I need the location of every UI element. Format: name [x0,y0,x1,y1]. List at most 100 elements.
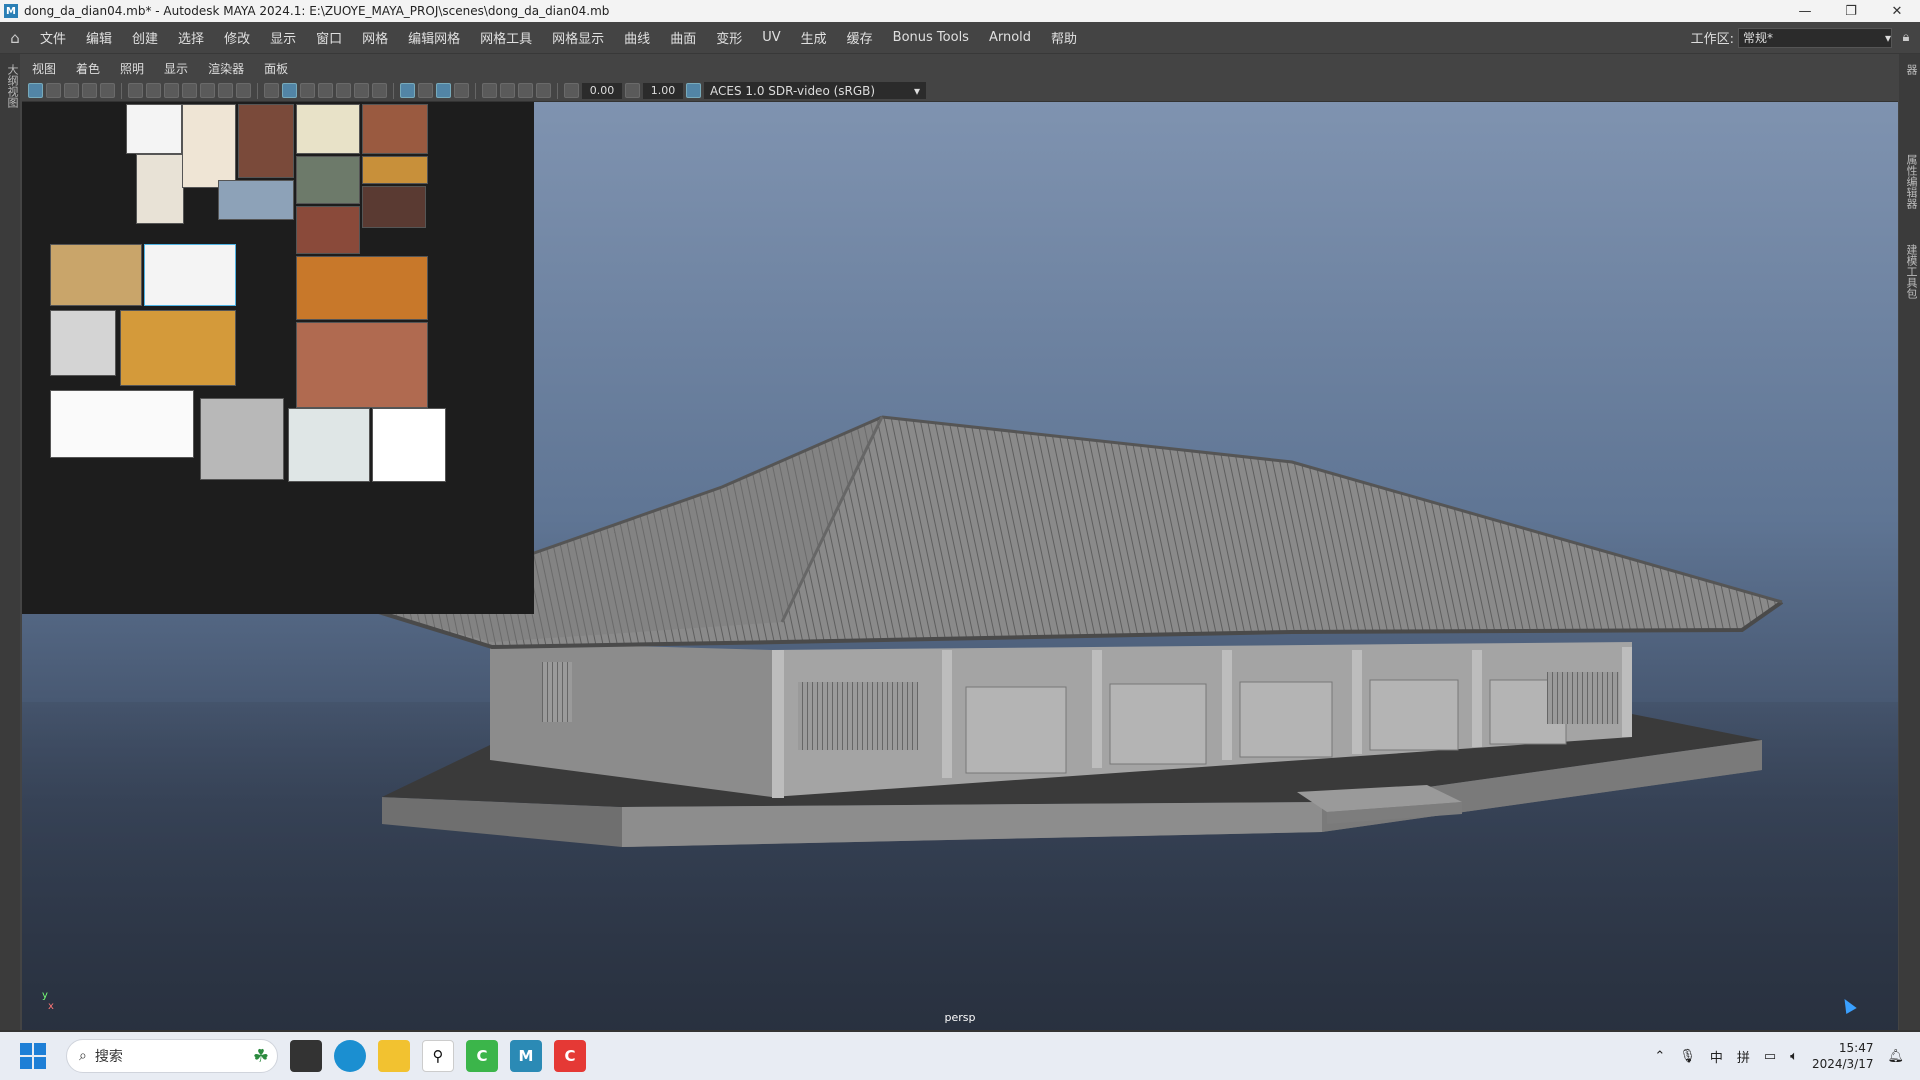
reference-thumbnail [50,244,142,306]
reference-thumbnail [288,408,370,482]
menu-surfaces[interactable]: 曲面 [660,28,706,47]
menu-generate[interactable]: 生成 [791,28,837,47]
close-button[interactable]: ✕ [1874,0,1920,22]
image-plane-icon[interactable] [82,83,97,98]
menu-uv[interactable]: UV [752,30,790,45]
menu-edit[interactable]: 编辑 [76,28,122,47]
green-app-icon[interactable]: C [466,1040,498,1072]
panel-toolbar: 0.00 1.00 ACES 1.0 SDR-video (sRGB) ▾ [22,80,1898,102]
channel-box-tab[interactable]: 通道盒/层编辑器 [1903,64,1920,144]
isolate-select-icon[interactable] [482,83,497,98]
menu-mesh-tools[interactable]: 网格工具 [470,28,542,47]
red-app-icon[interactable]: C [554,1040,586,1072]
microphone-icon[interactable]: 🎙︎ [1679,1049,1696,1064]
menu-arnold[interactable]: Arnold [979,30,1041,45]
reference-thumbnail [296,104,360,154]
menu-mesh[interactable]: 网格 [352,28,398,47]
smooth-shade-icon[interactable] [282,83,297,98]
exposure-icon[interactable] [564,83,579,98]
camera-attributes-icon[interactable] [46,83,61,98]
grid-icon[interactable] [146,83,161,98]
reference-thumbnail [238,104,294,178]
taskbar-clock[interactable]: 15:47 2024/3/17 [1812,1040,1874,1072]
anti-aliasing-icon[interactable] [436,83,451,98]
default-material-icon[interactable] [300,83,315,98]
select-camera-icon[interactable] [28,83,43,98]
menu-bonus-tools[interactable]: Bonus Tools [883,30,979,45]
restore-button[interactable]: ❐ [1828,0,1874,22]
resolution-gate-icon[interactable] [182,83,197,98]
workspace-label: 工作区: [1690,32,1734,47]
volume-icon[interactable]: 🔈︎ [1790,1049,1798,1064]
file-explorer-icon[interactable] [378,1040,410,1072]
network-icon[interactable]: ▭ [1764,1049,1776,1064]
notification-bell-icon[interactable]: 🔔︎ [1887,1049,1904,1064]
reference-thumbnail [296,156,360,204]
lock-icon[interactable]: 🔒︎ [1892,30,1920,45]
motion-blur-icon[interactable] [418,83,433,98]
panel-menu-show[interactable]: 显示 [154,60,198,77]
reference-thumbnail [296,322,428,408]
menu-mesh-display[interactable]: 网格显示 [542,28,614,47]
menu-edit-mesh[interactable]: 编辑网格 [398,28,470,47]
safe-action-icon[interactable] [236,83,251,98]
grease-pencil-icon[interactable] [128,83,143,98]
panel-menu-lighting[interactable]: 照明 [110,60,154,77]
home-icon[interactable]: ⌂ [0,29,30,47]
minimize-button[interactable]: — [1782,0,1828,22]
gate-mask-icon[interactable] [200,83,215,98]
textured-icon[interactable] [336,83,351,98]
menu-help[interactable]: 帮助 [1041,28,1087,47]
outliner-tab[interactable]: 大纲视图 [4,64,20,108]
menu-create[interactable]: 创建 [122,28,168,47]
2d-pan-zoom-icon[interactable] [100,83,115,98]
ambient-occlusion-icon[interactable] [400,83,415,98]
bookmark-icon[interactable] [64,83,79,98]
windows-start-icon[interactable] [20,1043,46,1069]
wireframe-icon[interactable] [264,83,279,98]
attribute-editor-tab[interactable]: 属性编辑器 [1903,154,1919,234]
clock-date: 2024/3/17 [1811,1057,1874,1071]
depth-of-field-icon[interactable] [454,83,469,98]
xray-icon[interactable] [500,83,515,98]
menu-select[interactable]: 选择 [168,28,214,47]
search-highlight-icon: ☘ [252,1045,269,1067]
color-management-icon[interactable] [686,83,701,98]
panel-menu-view[interactable]: 视图 [22,60,66,77]
panel-menu-shading[interactable]: 着色 [66,60,110,77]
panel-menu-renderer[interactable]: 渲染器 [198,60,254,77]
gamma-field[interactable]: 1.00 [643,82,683,99]
film-gate-icon[interactable] [164,83,179,98]
taskbar-search-box[interactable]: ⌕ 搜索 ☘ [66,1039,278,1073]
menu-display[interactable]: 显示 [260,28,306,47]
shadows-icon[interactable] [372,83,387,98]
panel-menu-panels[interactable]: 面板 [254,60,298,77]
edge-browser-icon[interactable] [334,1040,366,1072]
ime-pinyin[interactable]: 拼 [1737,1047,1750,1066]
menu-deform[interactable]: 变形 [706,28,752,47]
view-transform-select[interactable]: ACES 1.0 SDR-video (sRGB) ▾ [704,82,926,99]
menu-windows[interactable]: 窗口 [306,28,352,47]
search-app-icon[interactable]: ⚲ [422,1040,454,1072]
menu-cache[interactable]: 缓存 [837,28,883,47]
workspace-select[interactable]: 常规* ▾ [1738,27,1892,48]
menu-modify[interactable]: 修改 [214,28,260,47]
chevron-up-icon[interactable]: ⌃ [1654,1049,1665,1064]
reference-thumbnail [200,398,284,480]
axis-y-label: y [42,990,48,1001]
xray-joints-icon[interactable] [518,83,533,98]
menu-file[interactable]: 文件 [30,28,76,47]
wireframe-on-shaded-icon[interactable] [318,83,333,98]
menu-curves[interactable]: 曲线 [614,28,660,47]
window-titlebar: M dong_da_dian04.mb* - Autodesk MAYA 202… [0,0,1920,22]
field-chart-icon[interactable] [218,83,233,98]
modeling-toolkit-tab[interactable]: 建模工具包 [1903,244,1919,324]
backface-culling-icon[interactable] [536,83,551,98]
task-view-icon[interactable] [290,1040,322,1072]
exposure-field[interactable]: 0.00 [582,82,622,99]
gamma-icon[interactable] [625,83,640,98]
use-all-lights-icon[interactable] [354,83,369,98]
ime-mode[interactable]: 中 [1710,1047,1723,1066]
camera-name-label: persp [944,1011,976,1024]
maya-taskbar-icon[interactable]: M [510,1040,542,1072]
